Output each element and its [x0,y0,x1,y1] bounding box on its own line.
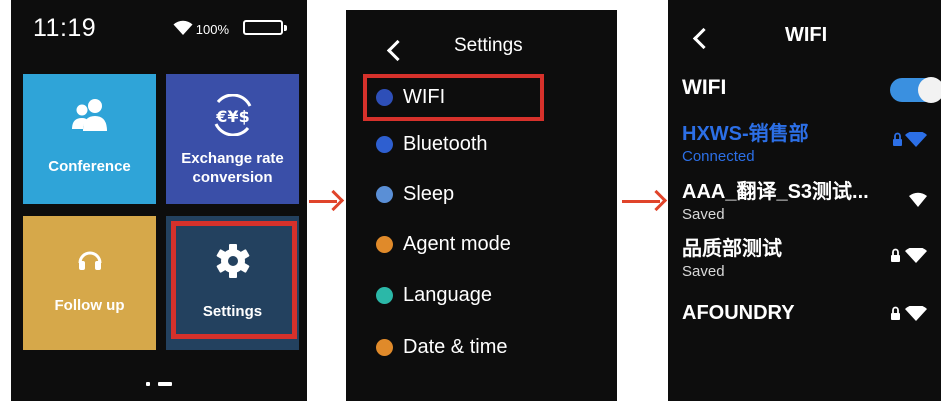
network-name: 品质部测试 [682,238,782,260]
bluetooth-icon [376,135,393,153]
settings-screen: Settings WIFI Bluetooth Sleep Agent mode… [346,10,617,401]
network-status: Connected [682,148,755,165]
wifi-toggle-label: WIFI [682,76,727,99]
page-indicator [11,375,307,386]
network-status: Saved [682,206,725,223]
language-icon [376,286,393,304]
wifi-title: WIFI [785,24,828,46]
network-item[interactable]: 品质部测试 Saved [682,232,782,280]
settings-title: Settings [454,35,523,56]
menu-item-label: Agent mode [403,232,511,255]
network-item[interactable]: AAA_翻译_S3测试... Saved [682,175,869,223]
arrow-to-settings [309,189,345,212]
status-bar: 11:19 100% [33,14,287,44]
status-time: 11:19 [33,14,97,42]
wifi-screen: WIFI WIFI HXWS-销售部 Connected AAA_翻译_S3测试… [668,0,941,401]
network-item[interactable]: AFOUNDRY [682,302,795,325]
settings-highlight-box [171,221,297,339]
wifi-highlight-box [363,74,544,121]
network-item[interactable]: HXWS-销售部 Connected [682,117,809,165]
back-chevron-icon[interactable] [386,39,409,62]
headphones-icon [23,248,156,275]
network-name: AAA_翻译_S3测试... [682,181,869,203]
network-name: HXWS-销售部 [682,123,809,145]
conference-label: Conference [48,158,131,175]
wifi-toggle[interactable] [890,77,941,103]
menu-item-date-time[interactable]: Date & time [376,330,507,364]
clock-icon [376,338,393,356]
menu-item-agent-mode[interactable]: Agent mode [376,227,511,261]
follow-up-label: Follow up [54,297,125,314]
menu-item-label: Language [403,283,492,306]
conference-tile[interactable]: Conference [23,74,156,204]
network-name: AFOUNDRY [682,302,795,324]
people-icon [23,98,156,137]
exchange-rate-tile[interactable]: €¥$ Exchange rate conversion [166,74,299,204]
agent-mode-icon [376,235,393,253]
back-chevron-icon[interactable] [692,27,715,50]
battery-percent: 100% [195,22,229,37]
wifi-status-icon [173,20,193,41]
lock-wifi-signal-icon [890,246,930,269]
menu-item-language[interactable]: Language [376,278,492,312]
follow-up-tile[interactable]: Follow up [23,216,156,350]
lock-wifi-signal-icon [892,130,930,153]
lock-wifi-signal-icon [890,304,930,327]
battery-icon [243,20,287,35]
menu-item-label: Sleep [403,182,455,205]
svg-text:€¥$: €¥$ [215,107,249,126]
moon-icon [376,185,393,203]
menu-item-label: Date & time [403,335,508,358]
currency-icon: €¥$ [166,93,299,141]
menu-item-label: Bluetooth [403,132,488,155]
menu-item-sleep[interactable]: Sleep [376,177,454,211]
network-status: Saved [682,263,725,280]
home-screen: 11:19 100% Conference €¥$ Exchange rate … [11,0,307,401]
exchange-rate-label: Exchange rate conversion [181,150,284,186]
wifi-signal-icon [908,192,928,213]
arrow-to-wifi [622,189,668,212]
menu-item-bluetooth[interactable]: Bluetooth [376,127,488,161]
